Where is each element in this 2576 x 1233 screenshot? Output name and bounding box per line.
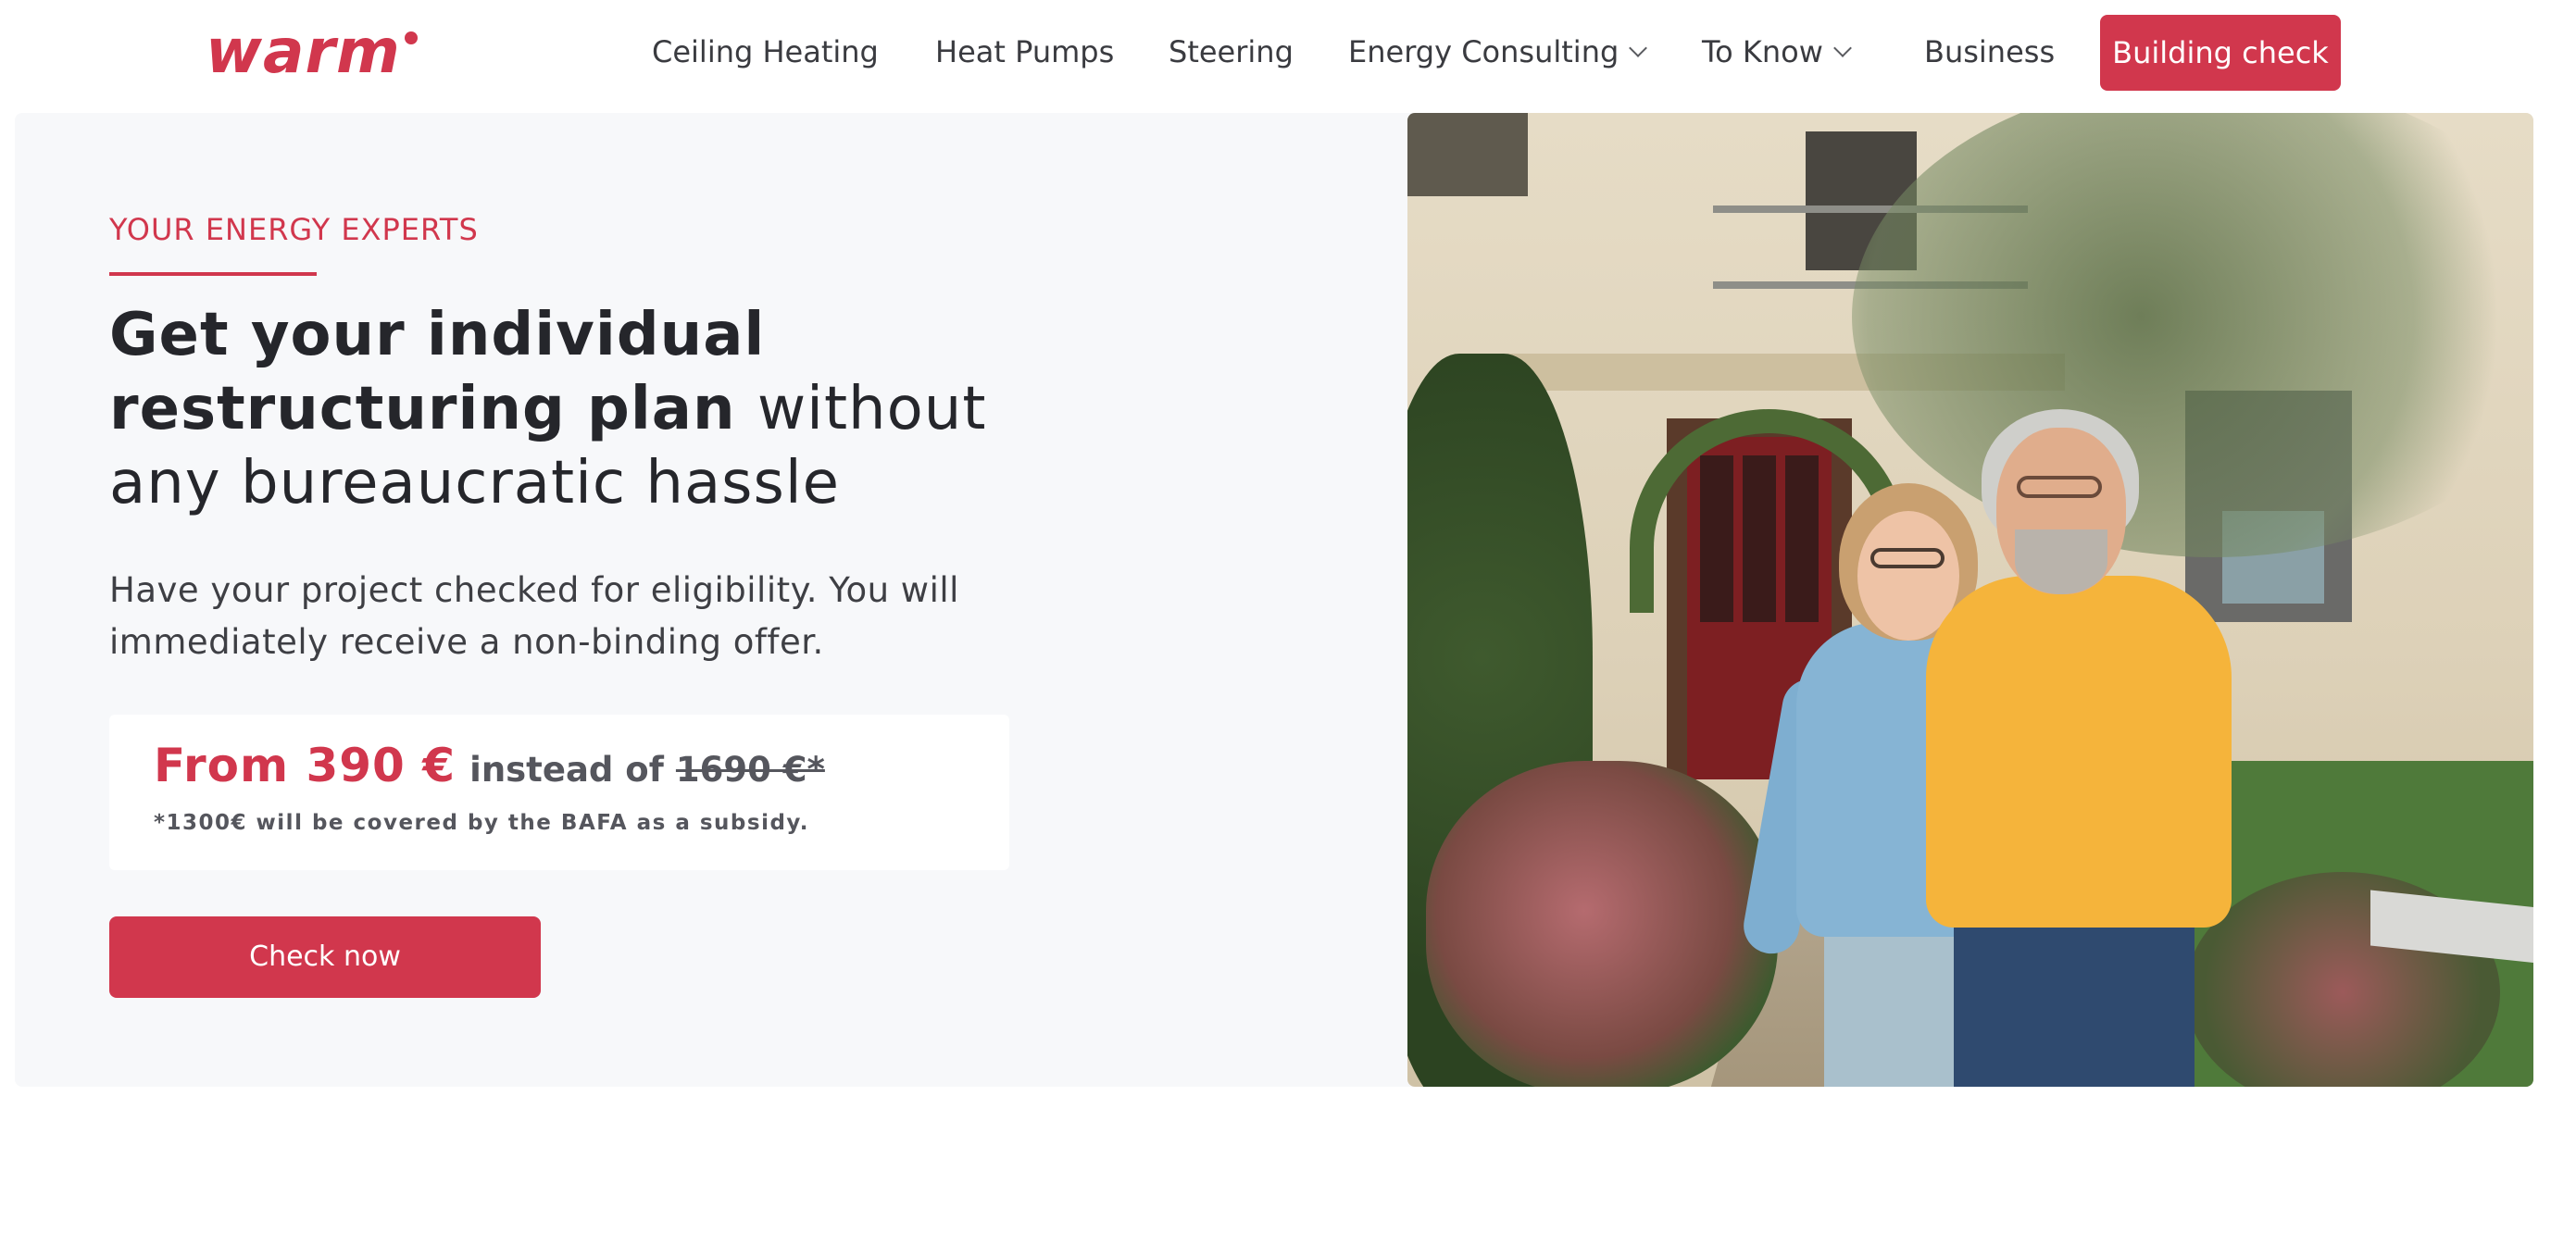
hero-headline: Get your individual restructuring plan w… bbox=[109, 298, 1035, 520]
logo-dot-icon bbox=[404, 31, 418, 44]
price-old: 1690 €* bbox=[675, 750, 825, 790]
brand-logo-text: warm bbox=[206, 16, 401, 87]
chevron-down-icon bbox=[1832, 39, 1852, 57]
chevron-down-icon bbox=[1629, 39, 1648, 57]
nav-item-to-know[interactable]: To Know bbox=[1702, 31, 1852, 72]
nav-item-ceiling-heating[interactable]: Ceiling Heating bbox=[652, 31, 879, 72]
headline-bold-part: Get your individual restructuring plan bbox=[109, 301, 766, 443]
couple-in-front-of-house-photo bbox=[1407, 113, 2533, 1087]
nav-item-heat-pumps[interactable]: Heat Pumps bbox=[935, 31, 1114, 72]
price-subsidy-note: *1300€ will be covered by the BAFA as a … bbox=[154, 811, 810, 835]
nav-item-business[interactable]: Business bbox=[1924, 31, 2055, 72]
eyebrow-divider bbox=[109, 272, 317, 276]
nav-item-label: Energy Consulting bbox=[1348, 34, 1619, 69]
nav-item-energy-consulting[interactable]: Energy Consulting bbox=[1348, 31, 1648, 72]
hero-eyebrow: YOUR ENERGY EXPERTS bbox=[109, 212, 479, 247]
price-current: From 390 € bbox=[154, 739, 456, 792]
site-header: warm Ceiling Heating Heat Pumps Steering… bbox=[0, 0, 2576, 111]
hero-lead-text: Have your project checked for eligibilit… bbox=[109, 570, 959, 662]
price-line: From 390 € instead of 1690 €* bbox=[154, 739, 825, 792]
nav-item-label: Business bbox=[1924, 34, 2056, 69]
price-instead-label: instead of bbox=[469, 750, 664, 790]
nav-item-label: To Know bbox=[1702, 34, 1823, 69]
brand-logo[interactable]: warm bbox=[206, 19, 418, 85]
nav-item-label: Heat Pumps bbox=[935, 34, 1115, 69]
nav-item-steering[interactable]: Steering bbox=[1169, 31, 1294, 72]
nav-item-label: Ceiling Heating bbox=[652, 34, 879, 69]
check-now-button[interactable]: Check now bbox=[109, 916, 541, 998]
nav-item-label: Steering bbox=[1169, 34, 1294, 69]
building-check-button[interactable]: Building check bbox=[2100, 15, 2341, 91]
price-card: From 390 € instead of 1690 €* *1300€ wil… bbox=[109, 715, 1009, 870]
